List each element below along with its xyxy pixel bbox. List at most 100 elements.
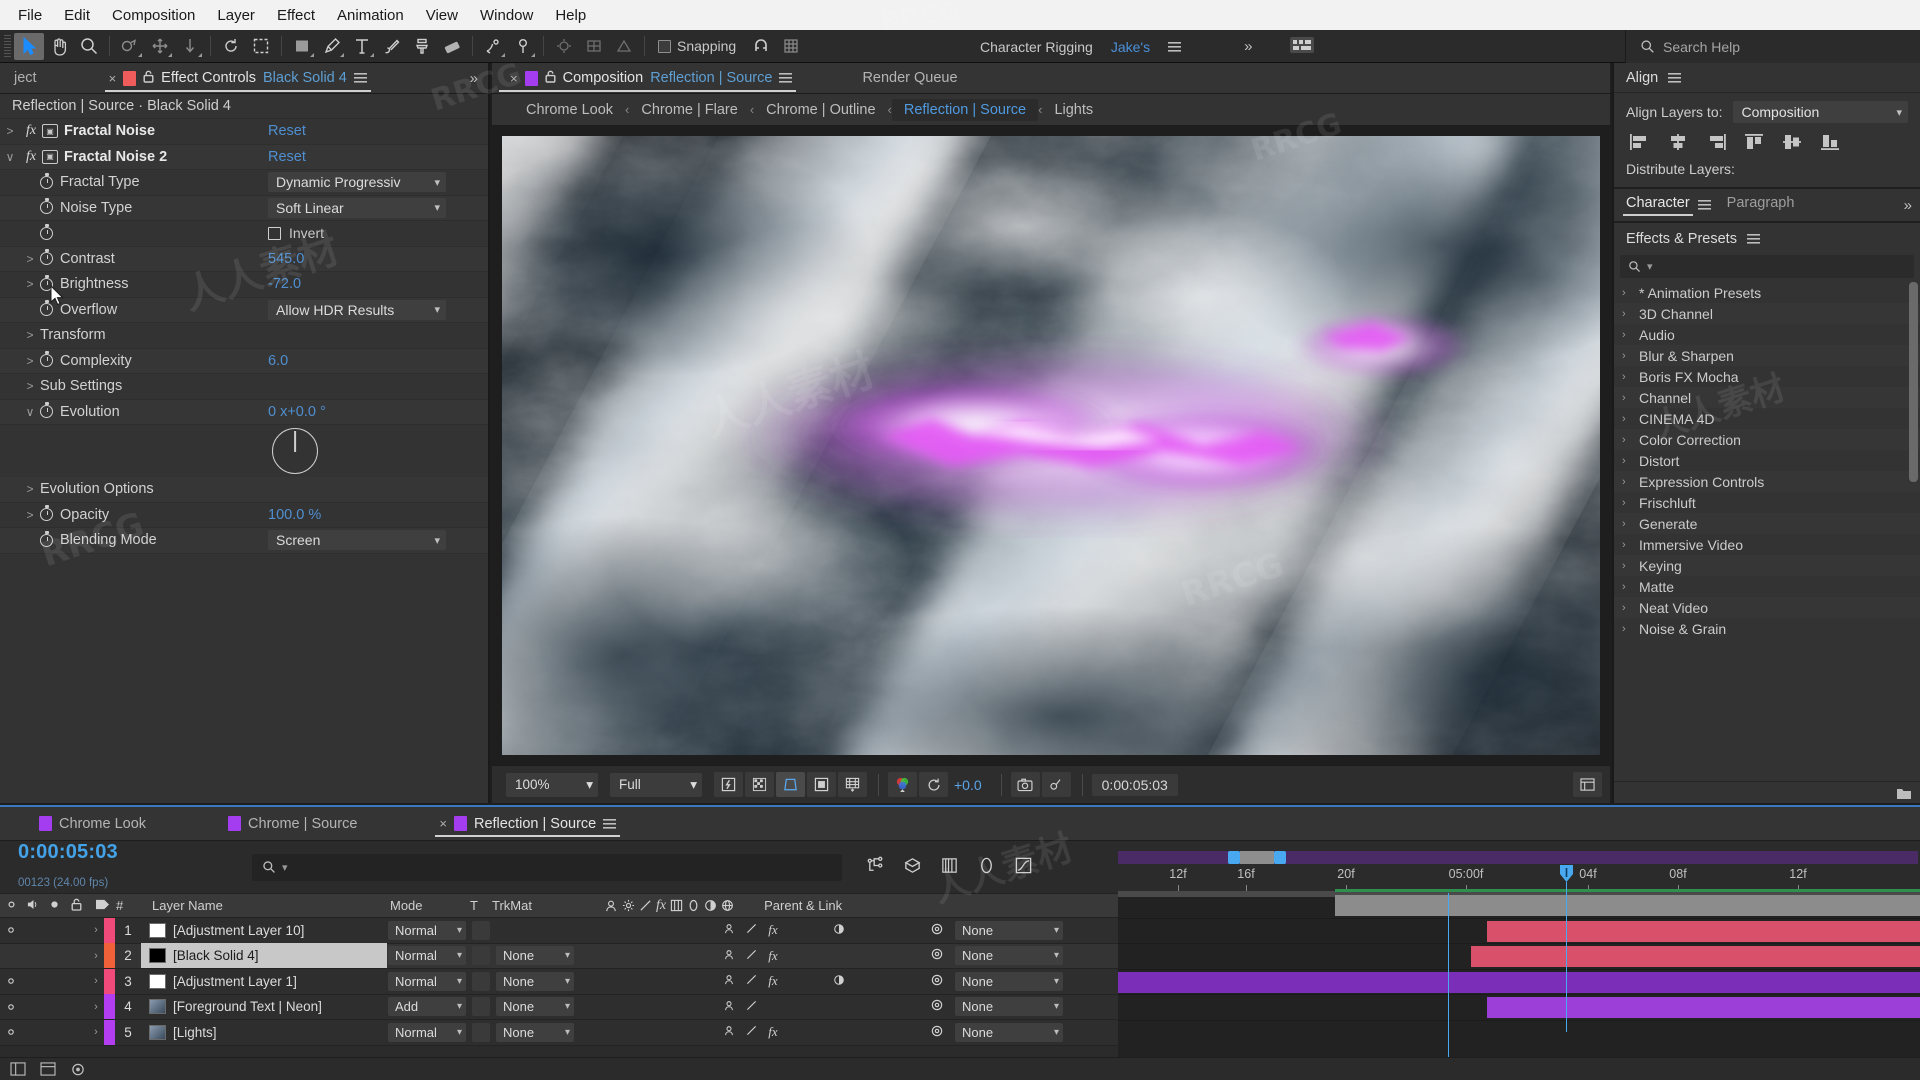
property-value[interactable]: -72.0 [268, 276, 301, 292]
breadcrumb-item[interactable]: Lights [1042, 99, 1105, 121]
close-icon[interactable]: × [109, 71, 117, 86]
timeline-track-area[interactable] [1118, 889, 1920, 1058]
effects-presets-list[interactable]: › * Animation Presets › 3D Channel › Audio › Bl… [1614, 282, 1920, 781]
layer-label-color[interactable] [104, 943, 115, 969]
effects-presets-item[interactable]: › Blur & Sharpen [1614, 345, 1920, 366]
quality-switch[interactable] [740, 1000, 762, 1014]
effect-control-row[interactable]: > Opacity 100.0 % [0, 503, 488, 528]
layer-duration-bar[interactable] [1118, 971, 1920, 993]
show-snapshot-button[interactable] [1041, 772, 1071, 797]
effect-control-row[interactable]: Overflow Allow HDR Results ▾ [0, 297, 488, 323]
parent-link-select[interactable]: None ▾ [955, 920, 1063, 940]
twirl-icon[interactable]: > [20, 328, 40, 342]
close-icon[interactable]: × [439, 816, 447, 831]
invert-checkbox[interactable] [268, 226, 281, 240]
work-area-end-handle[interactable] [1274, 851, 1286, 864]
work-area-start-handle[interactable] [1228, 851, 1240, 864]
layer-name-cell[interactable]: [Foreground Text | Neon] [141, 994, 387, 1019]
track-row[interactable] [1118, 995, 1920, 1021]
twirl-icon[interactable]: › [1622, 371, 1631, 383]
property-dropdown[interactable]: Screen ▾ [268, 530, 446, 551]
effects-switch[interactable]: fx [762, 948, 784, 964]
video-toggle[interactable] [0, 1001, 22, 1013]
layer-name-cell[interactable]: [Lights] [141, 1020, 387, 1045]
effects-presets-item[interactable]: › Immersive Video [1614, 534, 1920, 555]
menu-item-animation[interactable]: Animation [327, 4, 414, 27]
effects-presets-item[interactable]: › Matte [1614, 576, 1920, 597]
track-row[interactable] [1118, 893, 1920, 919]
tab-composition[interactable]: × Composition Reflection | Source [492, 63, 803, 94]
shape-tool[interactable] [287, 33, 317, 60]
twirl-icon[interactable]: › [1622, 560, 1631, 572]
take-snapshot-button[interactable] [1010, 772, 1040, 797]
effects-presets-title[interactable]: Effects & Presets [1626, 231, 1737, 247]
lock-icon[interactable] [143, 70, 154, 87]
snapping-checkbox[interactable] [658, 39, 671, 53]
transparency-grid-button[interactable] [745, 772, 774, 797]
search-help-box[interactable]: Search Help [1625, 30, 1920, 63]
twirl-icon[interactable]: › [1622, 539, 1631, 551]
twirl-icon[interactable]: › [1622, 350, 1631, 362]
magnification-select[interactable]: 100% ▾ [506, 772, 598, 797]
pan-behind-tool[interactable] [145, 33, 175, 60]
layer-label-color[interactable] [104, 917, 115, 943]
stopwatch-icon[interactable] [40, 201, 53, 215]
twirl-icon[interactable]: › [88, 950, 104, 962]
effects-presets-item[interactable]: › Channel [1614, 387, 1920, 408]
video-visibility-icon[interactable] [5, 975, 17, 987]
stopwatch-icon[interactable] [40, 354, 53, 368]
effect-control-row[interactable]: ∨ Evolution 0 x+0.0 ° [0, 399, 488, 425]
effects-presets-item[interactable]: › CINEMA 4D [1614, 408, 1920, 429]
exposure-value[interactable]: +0.0 [954, 777, 982, 793]
breadcrumb-item[interactable]: Chrome | Flare [629, 99, 749, 121]
layer-mode-select[interactable]: Normal ▾ [388, 971, 466, 991]
twirl-icon[interactable]: › [1622, 623, 1631, 635]
twirl-icon[interactable]: ∨ [20, 405, 40, 419]
auto-keyframe-icon[interactable] [70, 1062, 86, 1077]
toggle-mask-paths-button[interactable] [776, 772, 805, 797]
effect-control-row[interactable]: Fractal Type Dynamic Progressiv ▾ [0, 170, 488, 196]
parent-pickwhip-icon[interactable] [930, 922, 944, 939]
effect-control-row[interactable]: > fx ▣ Fractal Noise Reset [0, 119, 488, 145]
track-matte-toggle[interactable] [472, 971, 490, 991]
twirl-icon[interactable]: › [1622, 602, 1631, 614]
view-axis-mode[interactable] [609, 33, 639, 60]
shy-switch[interactable] [718, 923, 740, 937]
close-icon[interactable]: × [510, 71, 518, 86]
twirl-icon[interactable]: > [20, 354, 40, 368]
menu-item-help[interactable]: Help [545, 4, 596, 27]
composition-viewer[interactable] [502, 136, 1600, 755]
effects-switch[interactable]: fx [762, 1024, 784, 1040]
effect-control-row[interactable]: > Sub Settings [0, 374, 488, 400]
twirl-icon[interactable]: › [88, 924, 104, 936]
twirl-icon[interactable]: ∨ [0, 150, 20, 164]
track-row[interactable] [1118, 919, 1920, 944]
video-toggle[interactable] [0, 1026, 22, 1038]
effects-presets-item[interactable]: › Frischluft [1614, 492, 1920, 513]
video-toggle[interactable] [0, 924, 22, 936]
effects-presets-search[interactable]: ▾ [1620, 255, 1914, 278]
effect-control-row[interactable]: > Evolution Options [0, 477, 488, 503]
quality-switch[interactable] [740, 923, 762, 937]
property-value[interactable]: Reset [268, 123, 306, 139]
breadcrumb-item[interactable]: Chrome | Outline [754, 99, 887, 121]
property-dropdown[interactable]: Allow HDR Results ▾ [268, 299, 446, 320]
effects-presets-scrollbar[interactable] [1909, 282, 1918, 482]
layer-mode-select[interactable]: Add ▾ [388, 997, 466, 1017]
timeline-tab[interactable]: Chrome | Source [217, 808, 368, 839]
menu-item-layer[interactable]: Layer [207, 4, 265, 27]
panel-menu-icon[interactable] [603, 818, 617, 829]
tab-project[interactable]: ject [0, 63, 48, 94]
evolution-dial[interactable] [272, 428, 318, 474]
panel-menu-icon[interactable] [779, 73, 793, 83]
current-time-indicator[interactable] [1560, 865, 1573, 882]
tab-paragraph[interactable]: Paragraph [1727, 195, 1795, 215]
twirl-icon[interactable]: › [1622, 476, 1631, 488]
twirl-icon[interactable]: > [20, 482, 40, 496]
selection-tool[interactable] [14, 32, 44, 60]
video-visibility-icon[interactable] [5, 1026, 17, 1038]
snapping-toggle[interactable]: Snapping [658, 38, 736, 54]
layer-name-cell[interactable]: [Black Solid 4] [141, 943, 387, 969]
video-visibility-icon[interactable] [5, 1001, 17, 1013]
world-axis-mode[interactable] [579, 33, 609, 60]
